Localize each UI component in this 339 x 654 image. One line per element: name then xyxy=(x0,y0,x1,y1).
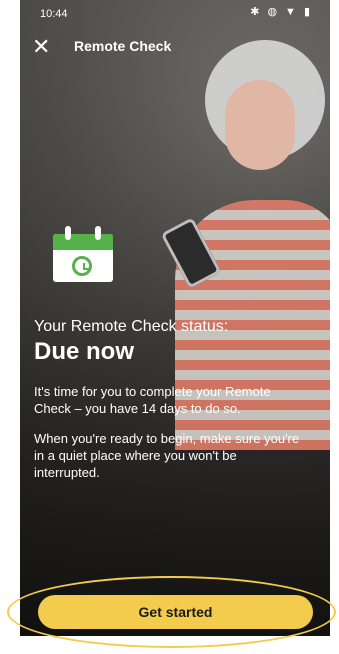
status-label: Your Remote Check status: xyxy=(34,318,229,335)
status-bar: 10:44 ✱ ◍ ▼ ▮ xyxy=(20,0,330,28)
close-icon: ✕ xyxy=(32,34,51,59)
bluetooth-icon: ✱ xyxy=(250,6,260,18)
calendar-ring-left xyxy=(65,226,71,240)
status-icons: ✱ ◍ ▼ ▮ xyxy=(250,6,310,18)
battery-icon: ▮ xyxy=(303,6,310,18)
status-time: 10:44 xyxy=(40,8,68,20)
get-started-button[interactable]: Get started xyxy=(38,595,313,629)
instruction-paragraph-2: When you're ready to begin, make sure yo… xyxy=(34,431,300,480)
background-photo-face xyxy=(225,80,295,170)
page-title: Remote Check xyxy=(74,38,172,54)
calendar-clock-icon xyxy=(53,224,113,282)
vibrate-icon: ◍ xyxy=(267,6,278,18)
wifi-icon: ▼ xyxy=(285,6,296,18)
top-app-bar: ✕ Remote Check xyxy=(20,30,330,64)
calendar-ring-right xyxy=(95,226,101,240)
get-started-label: Get started xyxy=(138,604,213,620)
clock-icon xyxy=(72,256,92,276)
instruction-paragraph-1: It's time for you to complete your Remot… xyxy=(34,384,271,416)
remote-check-screen: 10:44 ✱ ◍ ▼ ▮ ✕ Remote Check Your Remote… xyxy=(20,0,330,636)
calendar-header xyxy=(53,234,113,250)
status-value: Due now xyxy=(34,338,134,365)
clock-hand-minute xyxy=(83,268,89,270)
close-button[interactable]: ✕ xyxy=(32,36,54,58)
